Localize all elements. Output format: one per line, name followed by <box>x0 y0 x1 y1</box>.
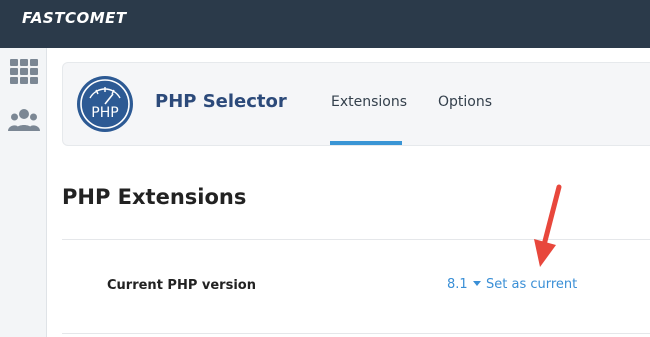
divider <box>62 333 650 334</box>
set-as-current-link[interactable]: Set as current <box>486 277 577 292</box>
php-logo-icon: PHP <box>77 76 133 132</box>
main-content: PHP PHP Selector Extensions Options PHP … <box>47 48 650 337</box>
php-version-dropdown[interactable]: 8.1 <box>447 277 481 292</box>
caret-down-icon <box>472 281 481 286</box>
grid-icon[interactable] <box>8 58 40 86</box>
current-version-label: Current PHP version <box>107 278 256 293</box>
version-value: 8.1 <box>447 277 468 292</box>
svg-text:PHP: PHP <box>91 105 118 121</box>
annotation-arrow-icon <box>534 184 562 267</box>
active-tab-indicator <box>330 141 402 145</box>
tab-extensions[interactable]: Extensions <box>331 94 407 110</box>
users-icon[interactable] <box>8 106 40 134</box>
app-header: PHP PHP Selector Extensions Options <box>62 62 650 146</box>
brand-logo[interactable]: FASTCOMET <box>22 9 127 27</box>
section-title: PHP Extensions <box>62 185 247 209</box>
top-bar: FASTCOMET <box>0 0 650 48</box>
tab-options[interactable]: Options <box>438 94 492 110</box>
sidebar <box>0 48 47 337</box>
page-title: PHP Selector <box>155 91 287 112</box>
